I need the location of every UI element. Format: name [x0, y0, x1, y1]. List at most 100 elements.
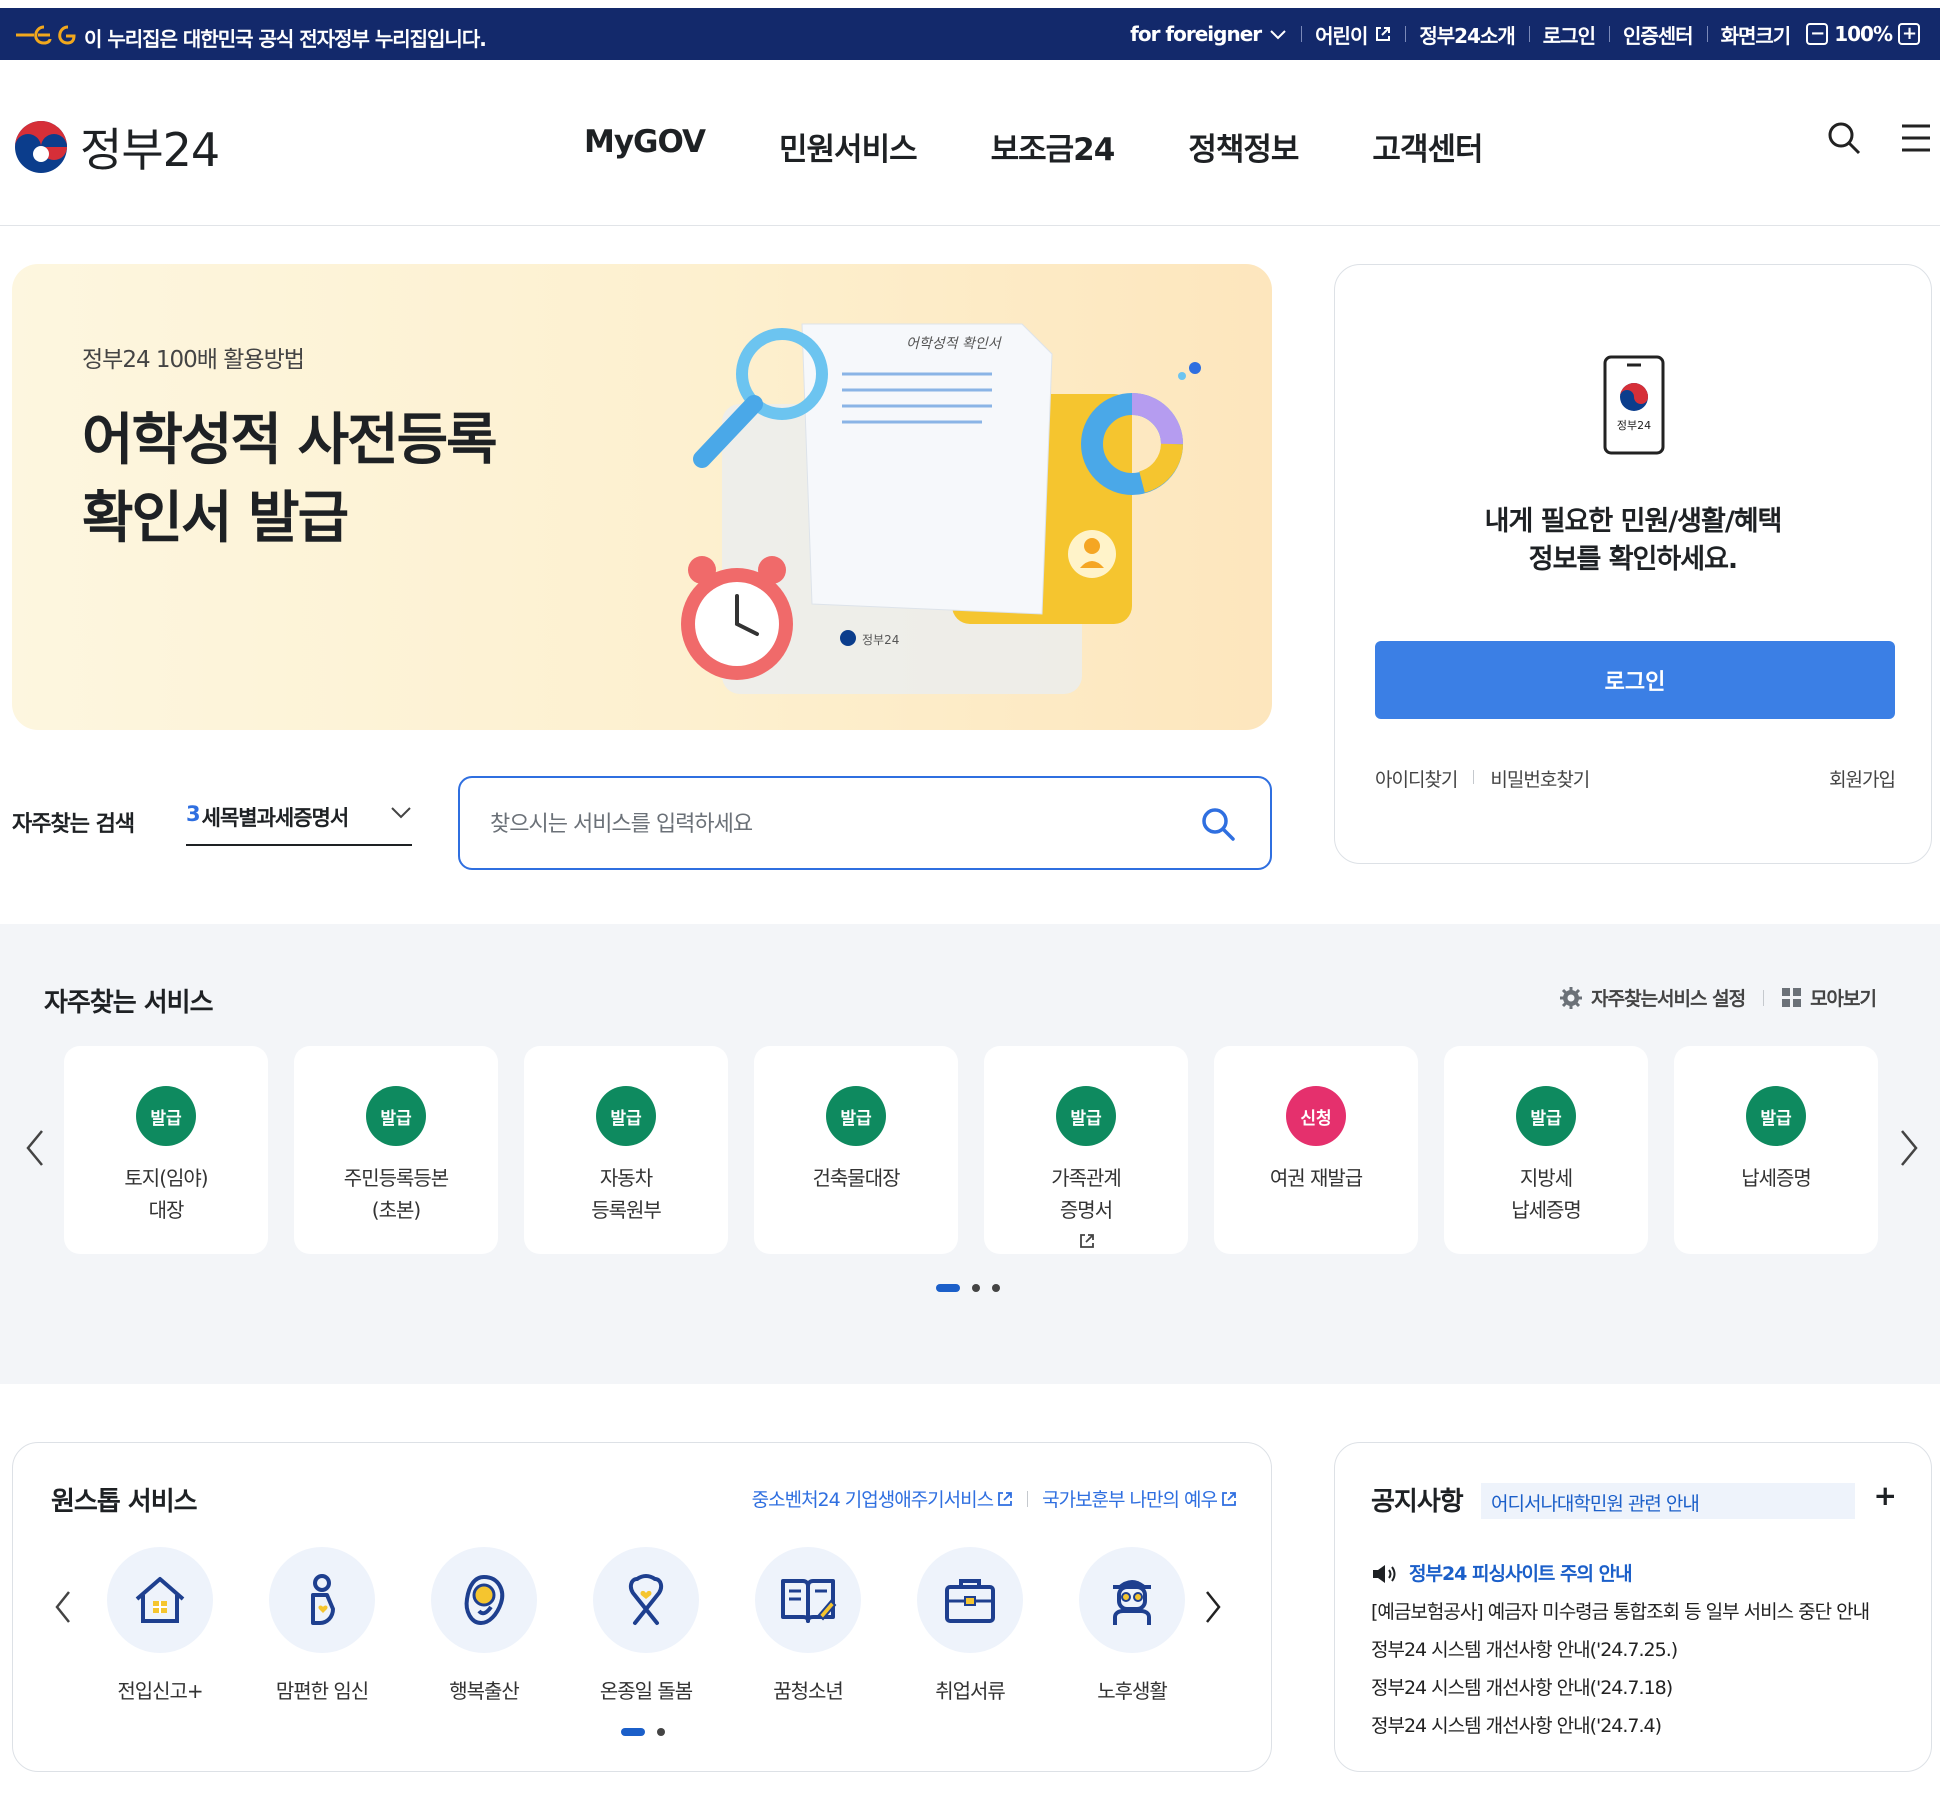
- notice-item[interactable]: 정부24 시스템 개선사항 안내('24.7.18): [1371, 1669, 1869, 1707]
- screen-size-label: 화면크기: [1720, 23, 1792, 48]
- service-card-label: 지방세 납세증명: [1511, 1166, 1582, 1222]
- service-card-tax-certificate[interactable]: 발급 납세증명: [1674, 1046, 1878, 1254]
- frequent-search-dropdown[interactable]: 3 세목별과세증명서: [186, 802, 412, 846]
- service-card-land-register[interactable]: 발급 토지(임야) 대장: [64, 1046, 268, 1254]
- hero-banner[interactable]: 정부24 100배 활용방법 어학성적 사전등록 확인서 발급 어학성적 확인서…: [12, 264, 1272, 730]
- service-settings-button[interactable]: 자주찾는서비스 설정: [1559, 984, 1746, 1011]
- hero-title: 어학성적 사전등록 확인서 발급: [82, 402, 498, 558]
- service-card-passport-reissue[interactable]: 신청 여권 재발급: [1214, 1046, 1418, 1254]
- service-card-family-certificate[interactable]: 발급 가족관계 증명서: [984, 1046, 1188, 1254]
- notices-section: 공지사항 어디서나대학민원 관련 안내 + 정부24 피싱사이트 주의 안내 […: [1334, 1442, 1932, 1772]
- prev-arrow-icon[interactable]: [53, 1589, 73, 1625]
- for-foreigner-link[interactable]: for foreigner: [1116, 22, 1301, 46]
- issue-badge: 발급: [596, 1086, 656, 1146]
- pregnant-woman-icon: [311, 1574, 335, 1625]
- onestop-icon-circle: [755, 1547, 861, 1653]
- zoom-out-button[interactable]: −: [1806, 23, 1829, 45]
- nav-policy-info[interactable]: 정책정보: [1188, 124, 1299, 169]
- service-card-vehicle-register[interactable]: 발급 자동차 등록원부: [524, 1046, 728, 1254]
- pagination-dot[interactable]: [992, 1284, 1000, 1292]
- onestop-item-senior[interactable]: 노후생활: [1079, 1547, 1185, 1704]
- veterans-link[interactable]: 국가보훈부 나만의 예우: [1042, 1485, 1218, 1512]
- utility-menu: for foreigner 어린이 정부24소개 로그인 인증센터 화면크기 −…: [1116, 20, 1934, 48]
- notice-tag[interactable]: 어디서나대학민원 관련 안내: [1481, 1483, 1855, 1519]
- nav-subsidy24[interactable]: 보조금24: [991, 124, 1116, 169]
- next-arrow-icon[interactable]: [1898, 1128, 1920, 1168]
- pagination-dot-active[interactable]: [936, 1284, 960, 1292]
- next-arrow-icon[interactable]: [1203, 1589, 1223, 1625]
- pagination-dot[interactable]: [972, 1284, 980, 1292]
- about-link[interactable]: 정부24소개: [1405, 20, 1528, 49]
- top-login-link[interactable]: 로그인: [1528, 20, 1609, 49]
- notice-item-highlight[interactable]: 정부24 피싱사이트 주의 안내: [1371, 1555, 1869, 1593]
- doc-brand: 정부24: [862, 633, 899, 647]
- kids-link[interactable]: 어린이: [1301, 20, 1405, 49]
- onestop-item-label: 취업서류: [935, 1679, 1006, 1703]
- zoom-level: 100%: [1834, 22, 1893, 46]
- notice-item[interactable]: [예금보험공사] 예금자 미수령금 통합조회 등 일부 서비스 중단 안내: [1371, 1593, 1870, 1631]
- notices-title: 공지사항: [1371, 1487, 1464, 1517]
- nav-civil-service[interactable]: 민원서비스: [779, 124, 918, 169]
- hamburger-menu-icon[interactable]: [1898, 120, 1934, 156]
- account-links: 아이디찾기 비밀번호찾기 회원가입: [1375, 765, 1896, 792]
- view-all-button[interactable]: 모아보기: [1782, 984, 1877, 1011]
- baby-icon: [464, 1574, 505, 1626]
- notice-item[interactable]: 정부24 시스템 개선사항 안내('24.7.4): [1371, 1707, 1869, 1745]
- onestop-icon-circle: [269, 1547, 375, 1653]
- service-card-list: 발급 토지(임야) 대장 발급 주민등록등본 (초본) 발급 자동차 등록원부 발급 …: [64, 1046, 1878, 1254]
- cert-center-label: 인증센터: [1622, 23, 1694, 48]
- service-card-resident-register[interactable]: 발급 주민등록등본 (초본): [294, 1046, 498, 1254]
- nav-mygov[interactable]: MyGOV: [584, 124, 706, 169]
- search-input[interactable]: [490, 804, 1170, 844]
- service-card-label: 건축물대장: [812, 1166, 901, 1190]
- site-logo[interactable]: 정부24: [14, 114, 220, 180]
- carousel-pagination: [936, 1284, 1000, 1292]
- onestop-item-list: 전입신고+ 맘편한 임신 행복출산 온종일 돌봄 꿈청소년 취업서류 노후생활: [107, 1547, 1185, 1704]
- house-icon: [135, 1577, 185, 1623]
- notices-more-button[interactable]: +: [1874, 1479, 1897, 1512]
- external-link-icon: [998, 1491, 1013, 1506]
- onestop-item-label: 맘편한 임신: [275, 1679, 369, 1703]
- service-settings-label: 자주찾는서비스 설정: [1591, 988, 1746, 1010]
- gov-notice-text: 이 누리집은 대한민국 공식 전자정부 누리집입니다.: [84, 27, 487, 51]
- kids-label: 어린이: [1315, 23, 1368, 48]
- search-icon[interactable]: [1826, 120, 1862, 156]
- onestop-item-youth[interactable]: 꿈청소년: [755, 1547, 861, 1704]
- onestop-title: 원스톱 서비스: [51, 1487, 198, 1517]
- hero-title-line2: 확인서 발급: [82, 486, 349, 551]
- zoom-in-button[interactable]: +: [1898, 23, 1920, 45]
- nav-customer-center[interactable]: 고객센터: [1372, 124, 1483, 169]
- onestop-item-label: 전입신고+: [117, 1679, 203, 1703]
- sme24-link[interactable]: 중소벤처24 기업생애주기서비스: [752, 1485, 994, 1512]
- prev-arrow-icon[interactable]: [24, 1128, 46, 1168]
- onestop-item-childcare[interactable]: 온종일 돌봄: [593, 1547, 699, 1704]
- hero-kicker: 정부24 100배 활용방법: [82, 347, 305, 373]
- cert-center-link[interactable]: 인증센터: [1608, 20, 1707, 49]
- find-password-link[interactable]: 비밀번호찾기: [1490, 765, 1590, 792]
- notice-highlight-text: 정부24 피싱사이트 주의 안내: [1409, 1563, 1633, 1585]
- issue-badge: 발급: [1056, 1086, 1116, 1146]
- onestop-item-pregnancy[interactable]: 맘편한 임신: [269, 1547, 375, 1704]
- view-all-label: 모아보기: [1810, 988, 1877, 1010]
- onestop-services-section: 원스톱 서비스 중소벤처24 기업생애주기서비스 국가보훈부 나만의 예우 전입…: [12, 1442, 1272, 1772]
- pagination-dot-active[interactable]: [621, 1728, 645, 1736]
- find-id-link[interactable]: 아이디찾기: [1375, 765, 1458, 792]
- onestop-item-employment[interactable]: 취업서류: [917, 1547, 1023, 1704]
- signup-link[interactable]: 회원가입: [1829, 765, 1896, 792]
- service-card-local-tax-certificate[interactable]: 발급 지방세 납세증명: [1444, 1046, 1648, 1254]
- onestop-item-move-in[interactable]: 전입신고+: [107, 1547, 213, 1704]
- issue-badge: 발급: [1516, 1086, 1576, 1146]
- chevron-down-icon: [1270, 30, 1286, 40]
- notice-item[interactable]: 정부24 시스템 개선사항 안내('24.7.25.): [1371, 1631, 1869, 1669]
- onestop-item-birth[interactable]: 행복출산: [431, 1547, 537, 1704]
- divider: [1763, 989, 1765, 1006]
- service-card-building-register[interactable]: 발급 건축물대장: [754, 1046, 958, 1254]
- onestop-icon-circle: [593, 1547, 699, 1653]
- elderly-person-icon: [1113, 1580, 1151, 1625]
- login-button[interactable]: 로그인: [1375, 641, 1895, 719]
- service-card-label: 자동차 등록원부: [591, 1166, 662, 1222]
- external-link-icon: [1376, 27, 1391, 41]
- search-icon[interactable]: [1200, 806, 1236, 842]
- onestop-external-links: 중소벤처24 기업생애주기서비스 국가보훈부 나만의 예우: [752, 1485, 1237, 1512]
- pagination-dot[interactable]: [657, 1728, 665, 1736]
